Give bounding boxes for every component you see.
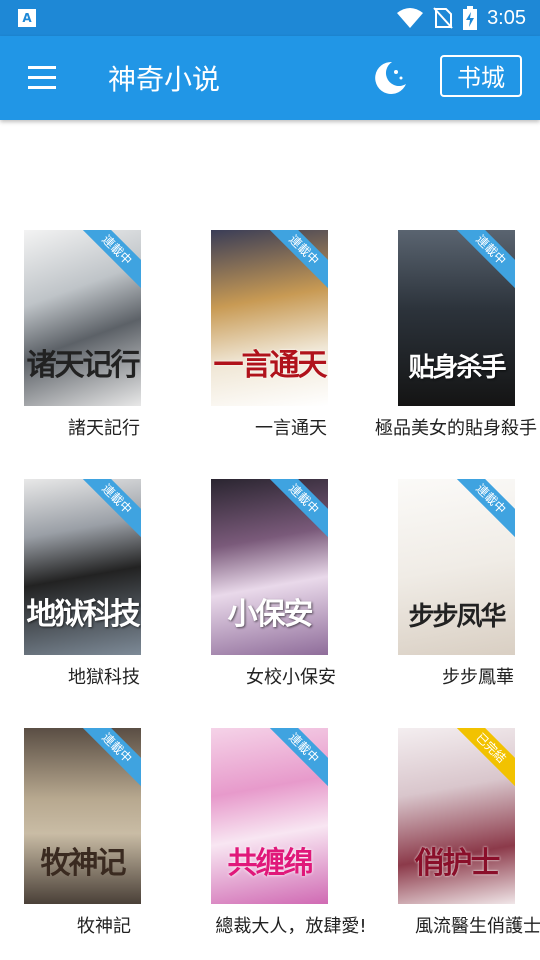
book-cover: 诸天记行 連載中	[24, 230, 141, 406]
book-item[interactable]: 地狱科技 連載中 地獄科技	[24, 479, 184, 709]
app-notification-icon: A	[18, 9, 36, 27]
book-item[interactable]: 诸天记行 連載中 諸天記行	[24, 230, 184, 460]
clock: 3:05	[487, 6, 526, 29]
book-title: 諸天記行	[68, 418, 140, 439]
book-item[interactable]: 牧神记 連載中 牧神記	[24, 728, 184, 958]
book-title: 地獄科技	[68, 667, 140, 688]
book-title: 風流醫生俏護士	[415, 916, 540, 937]
book-title: 一言通天	[255, 418, 327, 439]
book-cover: 共缠绵 連載中	[211, 728, 328, 904]
no-sim-icon	[433, 7, 453, 29]
book-cover: 步步凤华 連載中	[398, 479, 515, 655]
book-item[interactable]: 贴身杀手 連載中 極品美女的貼身殺手	[375, 230, 540, 460]
bookstore-button[interactable]: 书城	[440, 55, 522, 97]
book-cover: 贴身杀手 連載中	[398, 230, 515, 406]
book-item[interactable]: 步步凤华 連載中 步步鳳華	[398, 479, 540, 709]
book-title: 牧神記	[77, 916, 131, 937]
book-title: 步步鳳華	[442, 667, 514, 688]
menu-icon[interactable]	[28, 66, 56, 90]
book-cover: 俏护士 已完結	[398, 728, 515, 904]
book-item[interactable]: 共缠绵 連載中 總裁大人，放肆愛!	[211, 728, 371, 958]
book-cover: 牧神记 連載中	[24, 728, 141, 904]
book-item[interactable]: 一言通天 連載中 一言通天	[211, 230, 371, 460]
book-item[interactable]: 俏护士 已完結 風流醫生俏護士	[398, 728, 540, 958]
book-item[interactable]: 小保安 連載中 女校小保安	[211, 479, 371, 709]
book-title: 總裁大人，放肆愛!	[215, 916, 367, 937]
book-cover: 小保安 連載中	[211, 479, 328, 655]
wifi-icon	[397, 8, 424, 28]
book-cover: 地狱科技 連載中	[24, 479, 141, 655]
status-icons: 3:05	[397, 6, 526, 30]
status-bar: A 3:05	[0, 0, 540, 36]
book-title: 極品美女的貼身殺手	[375, 418, 537, 439]
book-title: 女校小保安	[246, 667, 336, 688]
app-bar: 神奇小说 书城	[0, 36, 540, 120]
book-cover: 一言通天 連載中	[211, 230, 328, 406]
battery-charging-icon	[463, 6, 478, 30]
app-title: 神奇小说	[108, 63, 221, 96]
night-mode-icon[interactable]	[366, 56, 410, 100]
